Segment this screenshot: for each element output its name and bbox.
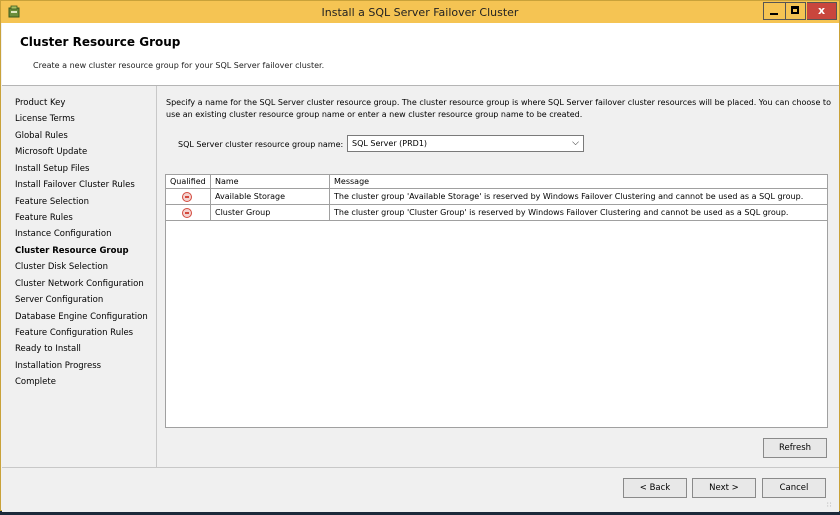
resource-group-dropdown[interactable]: SQL Server (PRD1) ⌵ [347,135,584,152]
nav-item-feature-rules[interactable]: Feature Rules [15,213,73,223]
error-icon [182,192,192,202]
nav-item-database-engine-configuration[interactable]: Database Engine Configuration [15,312,148,322]
nav-item-cluster-resource-group[interactable]: Cluster Resource Group [15,246,129,256]
title-bar[interactable]: Install a SQL Server Failover Cluster x [1,1,839,23]
nav-item-feature-selection[interactable]: Feature Selection [15,197,89,207]
close-button[interactable]: x [807,2,837,20]
nav-item-installation-progress[interactable]: Installation Progress [15,361,101,371]
page-title: Cluster Resource Group [20,35,181,49]
nav-item-cluster-network-configuration[interactable]: Cluster Network Configuration [15,279,144,289]
page-header: Cluster Resource Group Create a new clus… [2,23,839,86]
page-subtitle: Create a new cluster resource group for … [33,61,325,70]
table-row-message-cell[interactable]: The cluster group 'Cluster Group' is res… [330,205,827,221]
resource-group-label: SQL Server cluster resource group name: [178,140,344,149]
table-row-qualified-cell[interactable] [166,189,211,205]
nav-item-ready-to-install[interactable]: Ready to Install [15,344,81,354]
error-icon [182,208,192,218]
description-text: Specify a name for the SQL Server cluste… [166,98,831,119]
resource-group-value: SQL Server (PRD1) [352,139,428,148]
nav-item-server-configuration[interactable]: Server Configuration [15,295,103,305]
minimize-button[interactable] [763,2,785,20]
nav-item-complete[interactable]: Complete [15,377,56,387]
column-header-message[interactable]: Message [330,175,827,189]
minimize-icon [770,13,778,15]
chevron-down-icon[interactable]: ⌵ [572,138,579,148]
refresh-button[interactable]: Refresh [763,438,827,458]
resource-group-grid[interactable]: Qualified Name Message Available Storage… [165,174,828,428]
maximize-icon [791,6,799,14]
back-button[interactable]: < Back [623,478,687,498]
close-icon: x [817,4,826,17]
installer-window: Install a SQL Server Failover Cluster x … [0,0,840,512]
window-title: Install a SQL Server Failover Cluster [321,6,519,19]
cancel-button[interactable]: Cancel [762,478,826,498]
nav-item-cluster-disk-selection[interactable]: Cluster Disk Selection [15,262,108,272]
nav-item-install-setup-files[interactable]: Install Setup Files [15,164,89,174]
table-row-name-cell[interactable]: Available Storage [211,189,330,205]
maximize-button[interactable] [785,2,806,20]
main-content: Specify a name for the SQL Server cluste… [157,86,839,467]
nav-item-instance-configuration[interactable]: Instance Configuration [15,229,112,239]
resize-grip-icon[interactable]: ∷ [827,501,831,509]
column-header-qualified[interactable]: Qualified [166,175,211,189]
nav-item-product-key[interactable]: Product Key [15,98,65,108]
table-row-qualified-cell[interactable] [166,205,211,221]
table-row-message-cell[interactable]: The cluster group 'Available Storage' is… [330,189,827,205]
nav-item-global-rules[interactable]: Global Rules [15,131,68,141]
nav-item-install-failover-cluster-rules[interactable]: Install Failover Cluster Rules [15,180,135,190]
table-row-name-cell[interactable]: Cluster Group [211,205,330,221]
nav-item-license-terms[interactable]: License Terms [15,114,75,124]
nav-item-feature-configuration-rules[interactable]: Feature Configuration Rules [15,328,133,338]
column-header-name[interactable]: Name [211,175,330,189]
nav-item-microsoft-update[interactable]: Microsoft Update [15,147,87,157]
wizard-steps-nav: Product Key License Terms Global Rules M… [2,86,157,467]
next-button[interactable]: Next > [692,478,756,498]
